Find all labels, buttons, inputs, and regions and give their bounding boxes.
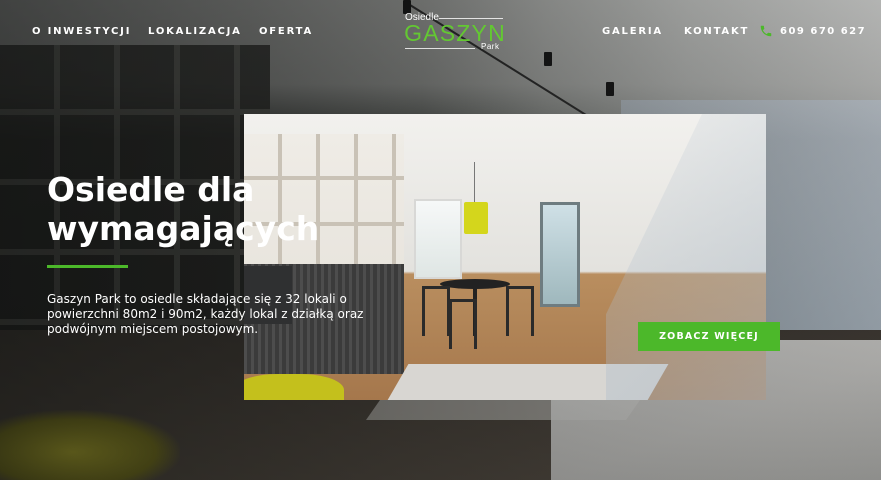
see-more-button[interactable]: ZOBACZ WIĘCEJ [638,322,780,351]
photo-chair [449,299,477,349]
hero-title: Osiedle dla wymagających [47,170,377,248]
nav-o-inwestycji[interactable]: O INWESTYCJI [32,26,131,37]
site-logo[interactable]: Osiedle GASZYN Park [403,4,507,54]
hero-title-line: wymagających [47,209,320,248]
logo-bottom-text: Park [481,42,500,51]
photo-chair [506,286,534,336]
hero-description: Gaszyn Park to osiedle składające się z … [47,292,364,336]
photo-glass-overlay [606,114,766,400]
nav-kontakt[interactable]: KONTAKT [684,26,749,37]
photo-lamp [464,202,488,234]
photo-chair [422,286,450,336]
photo-lamp-cord [474,162,475,202]
nav-lokalizacja[interactable]: LOKALIZACJA [148,26,242,37]
photo-yellow-chair [244,374,344,400]
phone-icon[interactable] [759,23,773,39]
photo-door [540,202,580,307]
hero-title-line: Osiedle dla [47,170,255,209]
title-underline [47,265,128,268]
nav-galeria[interactable]: GALERIA [602,26,663,37]
nav-oferta[interactable]: OFERTA [259,26,313,37]
logo-divider [439,18,503,19]
logo-divider [405,48,475,49]
phone-number-link[interactable]: 609 670 627 [780,26,866,37]
site-header: O INWESTYCJI LOKALIZACJA OFERTA Osiedle … [0,0,881,64]
interior-photo [244,114,766,400]
photo-window [414,199,462,279]
